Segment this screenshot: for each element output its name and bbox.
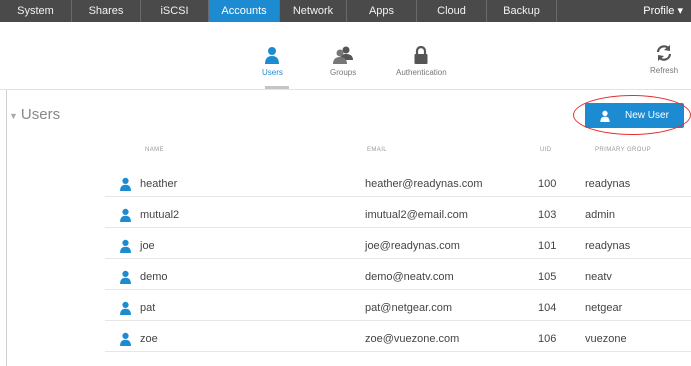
- tab-network[interactable]: Network: [280, 0, 347, 22]
- tab-apps[interactable]: Apps: [347, 0, 417, 22]
- user-email: imutual2@email.com: [365, 209, 468, 221]
- table-row[interactable]: joe joe@readynas.com 101 readynas: [105, 234, 691, 259]
- subnav-users-label: Users: [262, 68, 283, 77]
- user-icon: [120, 177, 131, 191]
- profile-menu[interactable]: Profile ▾: [627, 0, 691, 22]
- tab-accounts[interactable]: Accounts: [209, 0, 280, 22]
- table-row[interactable]: pat pat@netgear.com 104 netgear: [105, 296, 691, 321]
- tab-backup[interactable]: Backup: [487, 0, 557, 22]
- section-title: Users: [20, 106, 61, 123]
- lock-icon: [414, 46, 428, 64]
- user-primary-group: admin: [585, 209, 615, 221]
- tab-system[interactable]: System: [0, 0, 72, 22]
- user-icon: [265, 47, 280, 64]
- user-email: pat@netgear.com: [365, 302, 452, 314]
- column-header-name[interactable]: NAME: [145, 147, 164, 153]
- user-name: heather: [140, 178, 178, 190]
- content-border: [6, 90, 7, 366]
- refresh-button[interactable]: Refresh: [650, 44, 678, 75]
- user-email: demo@neatv.com: [365, 271, 454, 283]
- table-row[interactable]: zoe zoe@vuezone.com 106 vuezone: [105, 327, 691, 352]
- table-row[interactable]: demo demo@neatv.com 105 neatv: [105, 265, 691, 290]
- active-indicator: [265, 86, 289, 89]
- user-icon: [120, 270, 131, 284]
- user-uid: 103: [538, 209, 557, 221]
- user-uid: 100: [538, 178, 557, 190]
- user-primary-group: readynas: [585, 178, 631, 190]
- user-icon: [600, 110, 610, 122]
- user-name: zoe: [140, 333, 158, 345]
- user-name: pat: [140, 302, 156, 314]
- subnav-authentication-label: Authentication: [396, 68, 447, 77]
- section-heading[interactable]: ▼ Users: [9, 106, 60, 123]
- user-email: joe@readynas.com: [365, 240, 460, 252]
- top-nav: System Shares iSCSI Accounts Network App…: [0, 0, 691, 22]
- user-name: demo: [140, 271, 168, 283]
- user-name: joe: [140, 240, 155, 252]
- table-header: NAME EMAIL UID PRIMARY GROUP: [0, 147, 691, 159]
- refresh-icon: [656, 45, 672, 61]
- user-icon: [120, 239, 131, 253]
- refresh-label: Refresh: [650, 66, 679, 75]
- user-uid: 104: [538, 302, 557, 314]
- collapse-triangle-icon: ▼: [9, 111, 18, 121]
- user-uid: 106: [538, 333, 557, 345]
- column-header-uid[interactable]: UID: [540, 147, 552, 153]
- user-uid: 101: [538, 240, 557, 252]
- user-icon: [120, 208, 131, 222]
- group-icon: [333, 46, 354, 64]
- table-row[interactable]: heather heather@readynas.com 100 readyna…: [105, 172, 691, 197]
- new-user-button[interactable]: New User: [585, 103, 684, 128]
- tab-iscsi[interactable]: iSCSI: [141, 0, 209, 22]
- tab-cloud[interactable]: Cloud: [417, 0, 487, 22]
- column-header-primary-group[interactable]: PRIMARY GROUP: [595, 147, 651, 153]
- table-row[interactable]: mutual2 imutual2@email.com 103 admin: [105, 203, 691, 228]
- user-icon: [120, 301, 131, 315]
- user-email: heather@readynas.com: [365, 178, 483, 190]
- user-primary-group: vuezone: [585, 333, 627, 345]
- subnav-authentication[interactable]: Authentication: [396, 46, 447, 77]
- user-name: mutual2: [140, 209, 180, 221]
- user-primary-group: neatv: [585, 271, 612, 283]
- subnav-users[interactable]: Users: [262, 46, 283, 77]
- user-uid: 105: [538, 271, 557, 283]
- tab-shares[interactable]: Shares: [72, 0, 141, 22]
- user-primary-group: netgear: [585, 302, 623, 314]
- user-primary-group: readynas: [585, 240, 631, 252]
- sub-nav: Users Groups Authentication Refresh: [0, 22, 691, 90]
- user-email: zoe@vuezone.com: [365, 333, 460, 345]
- subnav-groups-label: Groups: [330, 68, 357, 77]
- subnav-groups[interactable]: Groups: [330, 46, 356, 77]
- column-header-email[interactable]: EMAIL: [367, 147, 387, 153]
- new-user-label: New User: [625, 110, 669, 121]
- user-icon: [120, 332, 131, 346]
